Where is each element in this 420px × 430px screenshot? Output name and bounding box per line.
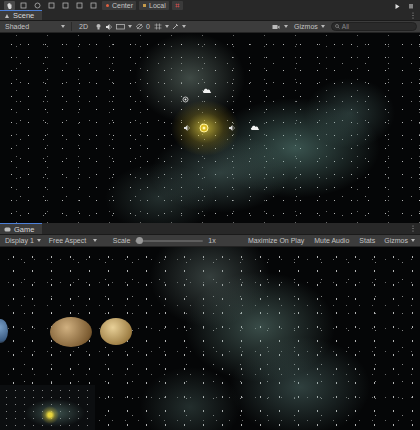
rotate-tool-button[interactable] <box>32 1 43 10</box>
light-gizmo-icon <box>182 96 189 103</box>
scene-search-field[interactable]: All <box>331 22 417 31</box>
effects-icon[interactable] <box>116 23 125 30</box>
local-icon <box>142 3 147 8</box>
cloud-gizmo[interactable] <box>202 87 212 94</box>
hidden-objects-icon[interactable] <box>136 23 143 30</box>
gizmos-dropdown[interactable]: Gizmos <box>292 22 327 32</box>
pivot-button[interactable]: Center <box>102 1 136 10</box>
grid-icon <box>175 3 180 8</box>
2d-toggle[interactable]: 2D <box>76 22 91 32</box>
game-tab[interactable]: Game <box>0 223 42 234</box>
hand-tool-icon <box>6 2 13 9</box>
game-tab-bar: Game <box>0 223 420 235</box>
tools-icon[interactable] <box>172 23 179 30</box>
scale-control: Scale1x <box>113 237 216 244</box>
pause-button[interactable] <box>405 1 416 10</box>
search-icon <box>335 24 340 29</box>
cloud-icon <box>250 124 260 131</box>
snap-button[interactable] <box>172 1 183 10</box>
planet <box>0 319 8 343</box>
planet <box>50 317 92 347</box>
grid-toggle-icon[interactable] <box>154 23 162 30</box>
pivot-icon <box>105 3 110 8</box>
rect-tool-button[interactable] <box>60 1 71 10</box>
transform-tool-button[interactable] <box>74 1 85 10</box>
audio-gizmo[interactable] <box>228 124 236 132</box>
scene-tab[interactable]: Scene <box>0 10 42 20</box>
move-tool-icon <box>20 2 27 9</box>
scale-slider[interactable] <box>135 240 203 242</box>
sun-gizmo[interactable] <box>198 122 210 134</box>
planet <box>100 318 132 345</box>
scale-tool-button[interactable] <box>46 1 57 10</box>
game-toggle-button[interactable]: Mute Audio <box>311 236 352 246</box>
scene-toolbar: Shaded 2D 0 Gizmos All <box>0 21 420 33</box>
pause-icon <box>408 3 414 9</box>
hand-tool-button[interactable] <box>4 1 15 10</box>
scale-tool-icon <box>48 2 55 9</box>
main-toolbar: CenterLocal <box>0 0 420 10</box>
scene-icon <box>4 13 10 19</box>
audio-icon <box>105 23 113 31</box>
move-tool-button[interactable] <box>18 1 29 10</box>
aspect-dropdown[interactable]: Free Aspect <box>47 236 99 246</box>
scale-reading: 1x <box>208 237 215 244</box>
hidden-count: 0 <box>146 23 150 30</box>
scale-slider-thumb[interactable] <box>136 237 143 244</box>
gizmos-dropdown[interactable]: Gizmos <box>382 236 417 246</box>
display-dropdown[interactable]: Display 1 <box>3 236 43 246</box>
camera-icon[interactable] <box>272 24 280 30</box>
play-button[interactable] <box>391 1 402 10</box>
minimap <box>0 385 95 430</box>
play-icon <box>394 3 400 9</box>
tab-menu-button[interactable] <box>412 223 420 234</box>
game-toolbar: Display 1 Free Aspect Scale1x Maximize On P… <box>0 235 420 247</box>
game-view[interactable] <box>0 247 420 430</box>
more-icon <box>412 12 414 19</box>
shading-dropdown[interactable]: Shaded <box>3 22 67 32</box>
custom-tool-icon <box>90 2 97 9</box>
game-toggle-button[interactable]: Maximize On Play <box>245 236 307 246</box>
game-toggle-button[interactable]: Stats <box>356 236 378 246</box>
transform-tool-icon <box>76 2 83 9</box>
cloud-icon <box>202 87 212 94</box>
light-gizmo[interactable] <box>182 96 189 103</box>
scene-tab-bar: Scene <box>0 10 420 21</box>
space-button[interactable]: Local <box>139 1 169 10</box>
rotate-tool-icon <box>34 2 41 9</box>
more-icon <box>412 225 414 232</box>
audio-gizmo[interactable] <box>183 124 191 132</box>
speaker-icon <box>228 124 236 132</box>
light-icon[interactable] <box>95 23 102 30</box>
tab-menu-button[interactable] <box>412 10 420 20</box>
rect-tool-icon <box>62 2 69 9</box>
speaker-icon <box>183 124 191 132</box>
sun-icon <box>198 122 210 134</box>
game-icon <box>4 227 11 232</box>
unity-editor: CenterLocalSceneShaded2D0GizmosAllGameDi… <box>0 0 420 430</box>
scene-view[interactable] <box>0 33 420 223</box>
cloud-gizmo[interactable] <box>250 124 260 131</box>
custom-tool-button[interactable] <box>88 1 99 10</box>
